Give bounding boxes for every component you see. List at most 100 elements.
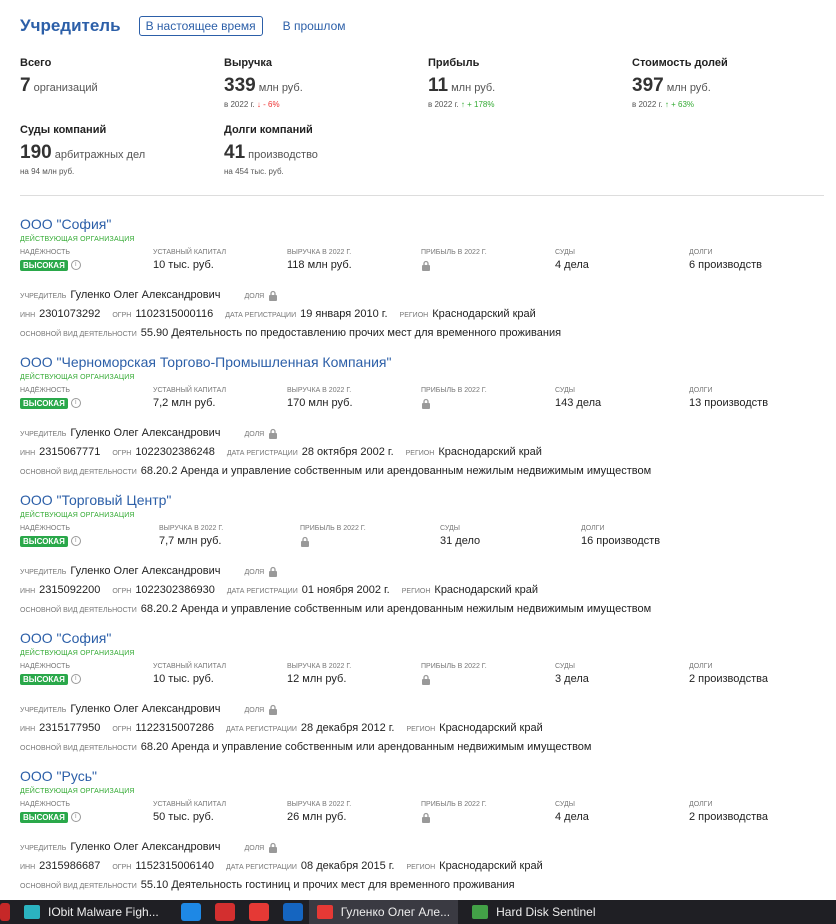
debts-cell: ДОЛГИ 2 производства xyxy=(689,663,768,685)
ccleaner-icon[interactable] xyxy=(282,903,303,921)
stat-value: 397 xyxy=(632,75,664,96)
tab-past[interactable]: В прошлом xyxy=(277,17,352,35)
ogrn-label: ОГРН xyxy=(112,450,132,457)
founder-row: УЧРЕДИТЕЛЬ Гуленко Олег Александрович ДОЛЯ xyxy=(20,565,830,582)
iobit-icon xyxy=(24,905,40,919)
yandex-browser-icon xyxy=(316,905,333,919)
founder-name[interactable]: Гуленко Олег Александрович xyxy=(70,565,220,577)
security-app-icon[interactable] xyxy=(180,903,201,921)
courts-label: СУДЫ xyxy=(555,663,575,670)
lock-icon[interactable] xyxy=(421,259,431,271)
taskbar-item-browser[interactable]: Гуленко Олег Але... xyxy=(308,900,459,924)
courts-value: 4 дела xyxy=(555,259,589,271)
lock-icon[interactable] xyxy=(421,673,431,685)
lock-icon[interactable] xyxy=(421,811,431,823)
profit-cell: ПРИБЫЛЬ В 2022 Г. xyxy=(421,801,487,823)
share-label: ДОЛЯ xyxy=(244,707,265,714)
founder-name[interactable]: Гуленко Олег Александрович xyxy=(70,427,220,439)
stat-unit: млн руб. xyxy=(451,82,496,94)
inn-label: ИНН xyxy=(20,588,36,595)
profit-label: ПРИБЫЛЬ В 2022 Г. xyxy=(421,663,487,670)
reg-date-label: ДАТА РЕГИСТРАЦИИ xyxy=(225,312,297,319)
stat-value: 339 xyxy=(224,75,256,96)
courts-value: 31 дело xyxy=(440,535,481,547)
stat-unit: млн руб. xyxy=(258,82,303,94)
debts-cell: ДОЛГИ 6 производств xyxy=(689,249,762,271)
stat-unit: производство xyxy=(248,149,318,161)
inn-value: 2315986687 xyxy=(39,860,101,872)
capital-value: 50 тыс. руб. xyxy=(153,811,214,823)
reliability-label: НАДЁЖНОСТЬ xyxy=(20,525,71,532)
lock-icon[interactable] xyxy=(268,427,278,439)
inn-label: ИНН xyxy=(20,450,36,457)
reliability-cell: НАДЁЖНОСТЬ ВЫСОКАЯ i xyxy=(20,663,81,685)
courts-cell: СУДЫ 143 дела xyxy=(555,387,601,409)
founder-label: УЧРЕДИТЕЛЬ xyxy=(20,845,67,852)
debts-value: 13 производств xyxy=(689,397,769,409)
reliability-badge: ВЫСОКАЯ xyxy=(20,812,68,823)
divider xyxy=(20,195,824,196)
revenue-label: ВЫРУЧКА В 2022 Г. xyxy=(287,801,352,808)
stat-sub: на 454 тыс. руб. xyxy=(224,167,284,176)
courts-cell: СУДЫ 4 дела xyxy=(555,249,589,271)
reg-date-value: 01 ноября 2002 г. xyxy=(301,584,390,596)
reg-date-value: 08 декабря 2015 г. xyxy=(300,860,395,872)
activity-value: 68.20.2 Аренда и управление собственным … xyxy=(140,465,652,477)
taskbar-item-label: Hard Disk Sentinel xyxy=(496,905,596,919)
debts-cell: ДОЛГИ 2 производства xyxy=(689,801,768,823)
profit-label: ПРИБЫЛЬ В 2022 Г. xyxy=(300,525,366,532)
activity-label: ОСНОВНОЙ ВИД ДЕЯТЕЛЬНОСТИ xyxy=(20,469,137,476)
taskbar-item-hdsentinel[interactable]: Hard Disk Sentinel xyxy=(464,900,603,924)
opera-icon[interactable] xyxy=(248,903,269,921)
lock-icon[interactable] xyxy=(268,841,278,853)
founder-name[interactable]: Гуленко Олег Александрович xyxy=(70,289,220,301)
reg-date-value: 28 декабря 2012 г. xyxy=(300,722,395,734)
capital-cell: УСТАВНЫЙ КАПИТАЛ 50 тыс. руб. xyxy=(153,801,226,823)
org-name-link[interactable]: ООО "София" xyxy=(20,630,830,646)
taskbar-item-label: Гуленко Олег Але... xyxy=(340,905,451,919)
profit-label: ПРИБЫЛЬ В 2022 Г. xyxy=(421,387,487,394)
reliability-badge: ВЫСОКАЯ xyxy=(20,260,68,271)
founder-row: УЧРЕДИТЕЛЬ Гуленко Олег Александрович ДОЛЯ xyxy=(20,289,830,306)
capital-label: УСТАВНЫЙ КАПИТАЛ xyxy=(153,801,227,808)
taskbar-item-label: IObit Malware Figh... xyxy=(48,905,159,919)
tab-present[interactable]: В настоящее время xyxy=(138,16,263,36)
lock-icon[interactable] xyxy=(268,565,278,577)
info-icon[interactable]: i xyxy=(70,398,81,409)
org-card: ООО "Торговый Центр" ДЕЙСТВУЮЩАЯ ОРГАНИЗА… xyxy=(20,492,830,620)
founder-name[interactable]: Гуленко Олег Александрович xyxy=(70,703,220,715)
org-name-link[interactable]: ООО "София" xyxy=(20,216,830,232)
org-status: ДЕЙСТВУЮЩАЯ ОРГАНИЗАЦИЯ xyxy=(20,374,135,381)
debts-value: 2 производства xyxy=(689,811,768,823)
activity-row: ОСНОВНОЙ ВИД ДЕЯТЕЛЬНОСТИ 55.90 Деятельно… xyxy=(20,327,830,344)
founder-name[interactable]: Гуленко Олег Александрович xyxy=(70,841,220,853)
taskbar-edge-icon[interactable] xyxy=(0,903,10,921)
debts-cell: ДОЛГИ 16 производств xyxy=(581,525,660,547)
info-icon[interactable]: i xyxy=(70,812,81,823)
stat-revenue: Выручка 339 млн руб. в 2022 г. ↓ - 6% xyxy=(224,57,303,109)
courts-value: 3 дела xyxy=(555,673,589,685)
lock-icon[interactable] xyxy=(300,535,310,547)
org-name-link[interactable]: ООО "Черноморская Торгово-Промышленная К… xyxy=(20,354,830,370)
capital-cell: УСТАВНЫЙ КАПИТАЛ 10 тыс. руб. xyxy=(153,663,226,685)
info-icon[interactable]: i xyxy=(70,260,81,271)
lock-icon[interactable] xyxy=(268,703,278,715)
taskbar-item-iobit[interactable]: IObit Malware Figh... xyxy=(16,900,167,924)
lock-icon[interactable] xyxy=(268,289,278,301)
info-icon[interactable]: i xyxy=(70,674,81,685)
inn-value: 2315092200 xyxy=(39,584,101,596)
activity-value: 55.10 Деятельность гостиниц и прочих мес… xyxy=(140,879,515,891)
reg-date-label: ДАТА РЕГИСТРАЦИИ xyxy=(226,588,298,595)
stat-label: Долги компаний xyxy=(224,124,313,136)
media-app-icon[interactable] xyxy=(214,903,235,921)
activity-row: ОСНОВНОЙ ВИД ДЕЯТЕЛЬНОСТИ 68.20.2 Аренда … xyxy=(20,465,830,482)
debts-value: 16 производств xyxy=(581,535,661,547)
stat-value: 41 xyxy=(224,142,246,163)
profit-cell: ПРИБЫЛЬ В 2022 Г. xyxy=(421,387,487,409)
org-name-link[interactable]: ООО "Торговый Центр" xyxy=(20,492,830,508)
org-name-link[interactable]: ООО "Русь" xyxy=(20,768,830,784)
ogrn-label: ОГРН xyxy=(112,726,132,733)
lock-icon[interactable] xyxy=(421,397,431,409)
info-icon[interactable]: i xyxy=(70,536,81,547)
profit-label: ПРИБЫЛЬ В 2022 Г. xyxy=(421,801,487,808)
